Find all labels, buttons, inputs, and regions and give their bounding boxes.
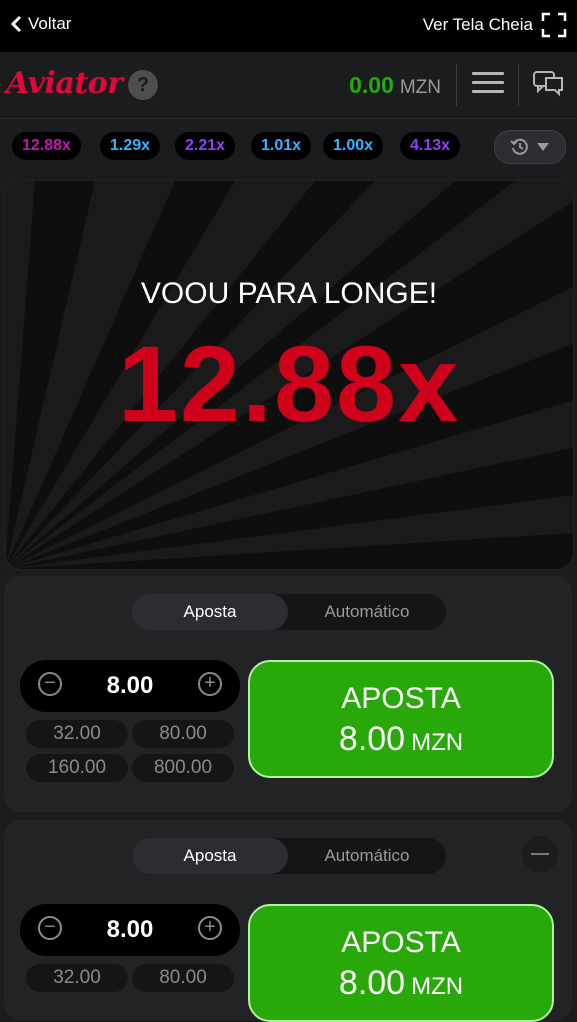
back-button[interactable]: Voltar xyxy=(10,14,71,34)
bet-button-label: APOSTA xyxy=(341,926,461,959)
game-canvas: VOOU PARA LONGE! 12.88x xyxy=(4,180,574,570)
place-bet-button[interactable]: APOSTA 8.00 MZN xyxy=(248,660,554,778)
bet-amount-value[interactable]: 8.00 xyxy=(70,672,190,700)
back-label: Voltar xyxy=(28,14,72,33)
bet-button-amount-line: 8.00 MZN xyxy=(250,964,552,1003)
tab-bet[interactable]: Aposta xyxy=(132,838,288,874)
quick-amount-button[interactable]: 80.00 xyxy=(132,720,234,748)
chat-icon xyxy=(533,71,563,97)
tab-bet[interactable]: Aposta xyxy=(132,594,288,630)
increase-button[interactable]: + xyxy=(198,916,222,940)
decrease-button[interactable]: − xyxy=(38,916,62,940)
place-bet-button[interactable]: APOSTA 8.00 MZN xyxy=(248,904,554,1022)
flew-away-text: VOOU PARA LONGE! xyxy=(140,277,438,310)
caret-down-icon xyxy=(537,143,549,151)
hamburger-icon xyxy=(472,72,504,75)
top-bar: Voltar Ver Tela Cheia xyxy=(0,0,577,52)
history-multiplier[interactable]: 1.29x xyxy=(100,132,161,160)
history-clock-icon xyxy=(510,138,528,155)
history-multiplier[interactable]: 12.88x xyxy=(12,132,81,160)
balance-display: 0.00 MZN xyxy=(349,72,441,99)
history-multiplier[interactable]: 4.13x xyxy=(400,132,461,160)
minus-icon xyxy=(531,853,549,855)
aviator-logo: Aviator xyxy=(6,66,123,101)
crash-multiplier: 12.88x xyxy=(117,323,461,444)
bet-amount-stepper: − 8.00 + xyxy=(20,660,240,712)
bet-button-amount: 8.00 xyxy=(338,964,406,1002)
balance-amount: 0.00 xyxy=(349,72,394,98)
tab-auto[interactable]: Automático xyxy=(288,594,446,630)
history-multiplier[interactable]: 1.00x xyxy=(323,132,384,160)
bet-button-label: APOSTA xyxy=(341,682,461,715)
chat-button[interactable] xyxy=(532,68,568,100)
quick-amount-button[interactable]: 80.00 xyxy=(132,964,234,992)
history-toggle-button[interactable] xyxy=(494,130,566,164)
divider xyxy=(456,64,457,106)
balance-currency: MZN xyxy=(399,77,441,98)
decrease-button[interactable]: − xyxy=(38,672,62,696)
bet-panel: Aposta Automático − 8.00 + 32.00 80.00 1… xyxy=(4,576,572,812)
quick-amount-button[interactable]: 32.00 xyxy=(26,964,128,992)
expand-icon xyxy=(541,12,567,38)
quick-amount-button[interactable]: 800.00 xyxy=(132,754,234,782)
bet-amount-value[interactable]: 8.00 xyxy=(70,916,190,944)
increase-button[interactable]: + xyxy=(198,672,222,696)
bet-panel: Aposta Automático − 8.00 + 32.00 80.00 A… xyxy=(4,820,572,1022)
multiplier-history: 12.88x 1.29x 2.21x 1.01x 1.00x 4.13x xyxy=(0,118,577,176)
menu-button[interactable] xyxy=(472,72,504,96)
chevron-left-icon xyxy=(10,15,22,33)
bet-button-amount-line: 8.00 MZN xyxy=(250,720,552,759)
quick-amount-button[interactable]: 32.00 xyxy=(26,720,128,748)
fullscreen-label: Ver Tela Cheia xyxy=(422,15,533,34)
history-multiplier[interactable]: 2.21x xyxy=(175,132,236,160)
help-button[interactable]: ? xyxy=(128,70,158,100)
remove-panel-button[interactable] xyxy=(522,836,558,872)
quick-amount-button[interactable]: 160.00 xyxy=(26,754,128,782)
bet-button-currency: MZN xyxy=(411,729,464,756)
bet-button-amount: 8.00 xyxy=(338,720,406,758)
tab-auto[interactable]: Automático xyxy=(288,838,446,874)
bet-amount-stepper: − 8.00 + xyxy=(20,904,240,956)
bet-mode-tabs: Aposta Automático xyxy=(132,594,446,630)
fullscreen-button[interactable]: Ver Tela Cheia xyxy=(423,12,567,38)
game-header: Aviator ? 0.00 MZN xyxy=(0,52,577,119)
divider xyxy=(518,64,519,106)
history-multiplier[interactable]: 1.01x xyxy=(251,132,312,160)
bet-mode-tabs: Aposta Automático xyxy=(132,838,446,874)
